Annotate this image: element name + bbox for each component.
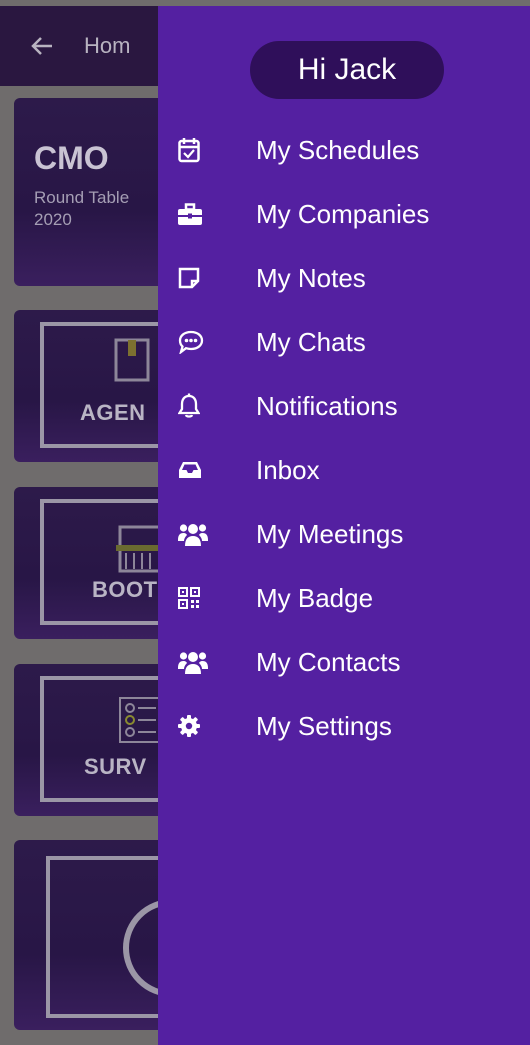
users-icon [158, 650, 256, 674]
menu-item-label: My Meetings [256, 518, 404, 549]
menu-item-label: My Companies [256, 198, 430, 229]
sticky-note-icon [158, 267, 256, 289]
menu-item-label: My Notes [256, 262, 366, 293]
menu-item-my-badge[interactable]: My Badge [158, 566, 530, 630]
navigation-drawer: Hi Jack My Schedules My Companies My Not… [158, 6, 530, 1045]
survey-icon [118, 696, 162, 744]
menu-item-label: My Settings [256, 710, 392, 741]
menu-item-label: My Schedules [256, 134, 420, 165]
briefcase-icon [158, 203, 256, 225]
menu-item-inbox[interactable]: Inbox [158, 438, 530, 502]
menu-item-label: My Contacts [256, 646, 401, 677]
menu-item-my-notes[interactable]: My Notes [158, 246, 530, 310]
greeting-pill: Hi Jack [250, 41, 444, 99]
back-button[interactable] [0, 6, 84, 86]
qr-code-icon [158, 587, 256, 609]
chat-bubble-icon [158, 330, 256, 354]
users-icon [158, 522, 256, 546]
menu-item-notifications[interactable]: Notifications [158, 374, 530, 438]
gear-icon [158, 715, 256, 737]
menu-item-my-chats[interactable]: My Chats [158, 310, 530, 374]
tile-label: AGEN [80, 400, 146, 425]
menu-item-label: My Chats [256, 326, 366, 357]
menu-item-my-schedules[interactable]: My Schedules [158, 118, 530, 182]
menu-item-my-settings[interactable]: My Settings [158, 694, 530, 758]
bell-icon [158, 393, 256, 419]
menu-item-label: My Badge [256, 582, 374, 613]
book-icon [114, 338, 150, 382]
arrow-left-icon [31, 36, 53, 56]
menu-item-label: Inbox [256, 454, 320, 485]
page-title: Hom [84, 33, 131, 58]
inbox-icon [158, 460, 256, 480]
tile-label: BOOT [92, 577, 158, 602]
tile-label: SURV [84, 754, 147, 779]
menu-item-label: Notifications [256, 390, 398, 421]
calendar-check-icon [158, 137, 256, 163]
menu-item-my-contacts[interactable]: My Contacts [158, 630, 530, 694]
drawer-menu: My Schedules My Companies My Notes My Ch… [158, 118, 530, 758]
menu-item-my-companies[interactable]: My Companies [158, 182, 530, 246]
menu-item-my-meetings[interactable]: My Meetings [158, 502, 530, 566]
